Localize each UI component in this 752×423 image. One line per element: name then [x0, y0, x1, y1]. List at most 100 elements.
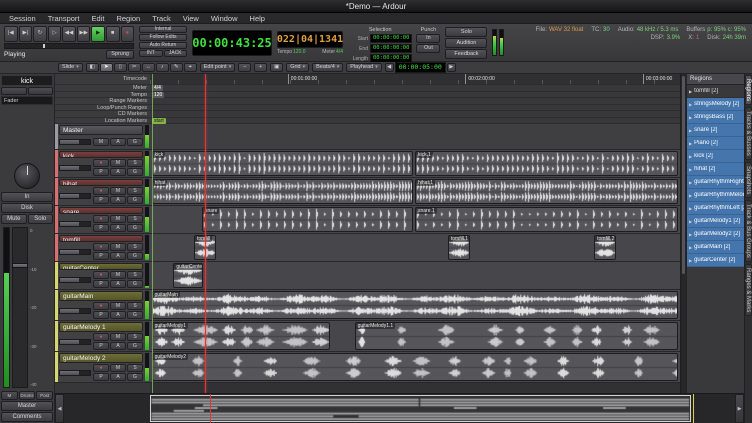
record-arm-button[interactable]: ● — [93, 215, 109, 223]
track-lane-guitarmelody-1[interactable]: guitarMelody1guitarMelody1.1 — [150, 321, 680, 352]
nudge-clock[interactable]: 00:00:05:00 — [395, 62, 446, 73]
region-list-item[interactable]: ▶guitarCenter [2] — [687, 254, 744, 267]
track-name-button[interactable]: tomfill — [59, 235, 143, 242]
summary-view-rectangle[interactable] — [150, 395, 691, 422]
region-list-item[interactable]: ▶stringsMelody [2] — [687, 98, 744, 111]
solo-button[interactable]: S — [127, 215, 143, 223]
mute-button[interactable]: M — [110, 159, 126, 167]
playlist-button[interactable]: P — [93, 373, 109, 381]
region-list-item[interactable]: ▶tomfill [2] — [687, 85, 744, 98]
secondary-clock[interactable]: 022|04|1341 — [277, 31, 343, 48]
region-kick-1[interactable]: kick.1 — [415, 151, 678, 176]
track-lane-guitarcenter[interactable]: guitarCenter — [150, 262, 680, 290]
track-lane-tomfill[interactable]: tomfilltomfill.1tomfill.2 — [150, 234, 680, 262]
snap-mode-dropdown[interactable]: Grid — [286, 63, 309, 72]
strip-drums-button[interactable]: Drums — [19, 391, 36, 400]
solo-button[interactable]: S — [127, 243, 143, 251]
smart-mode-tool[interactable]: ◧ — [86, 63, 99, 72]
sync-jack-button[interactable]: JACK — [164, 50, 188, 57]
edit-point-value-dropdown[interactable]: Playhead — [346, 63, 381, 72]
track-lane-kick[interactable]: kickkick.1 — [150, 150, 680, 178]
nudge-forward-button[interactable]: ▶ — [447, 63, 456, 72]
strip-m-button[interactable]: M — [1, 391, 18, 400]
region-guitarmelody1[interactable]: guitarMelody1 — [152, 322, 330, 350]
region-kick[interactable]: kick — [152, 151, 414, 176]
meter-marker[interactable]: 4/4 — [152, 85, 163, 91]
disclosure-triangle-icon[interactable]: ▶ — [689, 245, 692, 250]
track-gain-fader[interactable] — [59, 193, 91, 199]
monitor-disk-button[interactable]: Disk — [1, 203, 53, 213]
feedback-button[interactable]: Feedback — [445, 49, 487, 59]
track-lane-master[interactable] — [150, 124, 680, 150]
shuttle-control[interactable] — [4, 43, 134, 49]
playhead[interactable] — [205, 74, 206, 393]
track-gain-fader[interactable] — [59, 339, 91, 345]
track-name-button[interactable]: guitarCenter — [59, 263, 143, 270]
mute-button[interactable]: M — [110, 243, 126, 251]
region-guitarmain[interactable]: guitarMain — [152, 291, 679, 319]
track-gain-fader[interactable] — [59, 308, 91, 314]
solo-button[interactable]: S — [127, 187, 143, 195]
track-gain-fader[interactable] — [59, 139, 91, 145]
group-button[interactable]: G — [127, 252, 143, 260]
stretch-tool[interactable]: ↔ — [142, 63, 155, 72]
disclosure-triangle-icon[interactable]: ▶ — [689, 258, 692, 263]
editor-canvas[interactable]: 00:01:00:0000:02:00:0000:03:00:004/4120s… — [150, 74, 680, 393]
meter-display[interactable]: Meter4/4 — [322, 49, 343, 55]
record-arm-button[interactable]: ● — [93, 187, 109, 195]
menu-edit[interactable]: Edit — [86, 13, 111, 24]
auto-loop-button[interactable]: ↻ — [33, 26, 47, 42]
mixer-phase-button[interactable] — [28, 87, 54, 95]
group-button[interactable]: G — [127, 224, 143, 232]
punch-out-button[interactable]: Out — [416, 44, 440, 53]
track-gain-fader[interactable] — [59, 370, 91, 376]
region-list-item[interactable]: ▶guitarRhythmMelody [2] — [687, 189, 744, 202]
region-snare-1[interactable]: snare.1 — [415, 207, 678, 232]
playlist-button[interactable]: P — [93, 311, 109, 319]
record-arm-button[interactable]: ● — [93, 333, 109, 341]
region-tomfill-1[interactable]: tomfill.1 — [448, 235, 470, 260]
strip-post-button[interactable]: Post — [36, 391, 53, 400]
selection-end-clock[interactable]: 00:00:00:00 — [370, 44, 412, 53]
region-hihat-1[interactable]: hihat.1 — [415, 179, 678, 204]
fast-forward-button[interactable]: ▶▶ — [77, 26, 91, 42]
sync-int-button[interactable]: INT — [139, 50, 163, 57]
disclosure-triangle-icon[interactable]: ▶ — [689, 219, 692, 224]
track-name-button[interactable]: guitarMelody 2 — [59, 353, 143, 363]
auto-return-button[interactable]: Auto Return — [139, 42, 187, 49]
gain-fader[interactable] — [12, 227, 28, 388]
cut-tool[interactable]: ✂ — [128, 63, 141, 72]
selection-start-clock[interactable]: 00:00:00:00 — [370, 34, 412, 43]
region-list-item[interactable]: ▶kick [2] — [687, 150, 744, 163]
region-list-item[interactable]: ▶guitarMelody2 [2] — [687, 228, 744, 241]
side-tab-tracks-busses[interactable]: Tracks & Busses — [745, 107, 752, 160]
track-gain-fader[interactable] — [59, 249, 91, 255]
disclosure-triangle-icon[interactable]: ▶ — [689, 115, 692, 120]
automation-button[interactable]: A — [110, 342, 126, 350]
disclosure-triangle-icon[interactable]: ▶ — [689, 167, 692, 172]
region-list-item[interactable]: ▶guitarRhythmLeft [2] — [687, 202, 744, 215]
menu-view[interactable]: View — [177, 13, 205, 24]
disclosure-triangle-icon[interactable]: ▶ — [689, 193, 692, 198]
disclosure-triangle-icon[interactable]: ▶ — [689, 180, 692, 185]
play-button[interactable]: ▶ — [91, 26, 105, 42]
goto-end-button[interactable]: ▶| — [19, 26, 33, 42]
region-snare[interactable]: snare — [202, 207, 413, 232]
region-guitarcenter[interactable]: guitarCenter — [173, 263, 203, 288]
menu-session[interactable]: Session — [3, 13, 42, 24]
side-tab-snapshots[interactable]: Snapshots — [745, 162, 752, 198]
menu-track[interactable]: Track — [146, 13, 176, 24]
menu-region[interactable]: Region — [110, 13, 146, 24]
record-button[interactable]: ● — [121, 26, 135, 42]
track-name-button[interactable]: Master — [59, 125, 143, 135]
monitor-input-button[interactable]: In — [1, 192, 53, 202]
mute-button[interactable]: Mute — [1, 214, 27, 224]
track-gain-fader[interactable] — [59, 277, 91, 283]
region-list-item[interactable]: ▶stringsBass [2] — [687, 111, 744, 124]
track-name-button[interactable]: kick — [59, 151, 143, 158]
automation-button[interactable]: A — [110, 224, 126, 232]
goto-start-button[interactable]: |◀ — [4, 26, 18, 42]
follow-edits-button[interactable]: Follow Edits — [139, 34, 187, 41]
automation-button[interactable]: A — [110, 373, 126, 381]
automation-button[interactable]: A — [110, 311, 126, 319]
